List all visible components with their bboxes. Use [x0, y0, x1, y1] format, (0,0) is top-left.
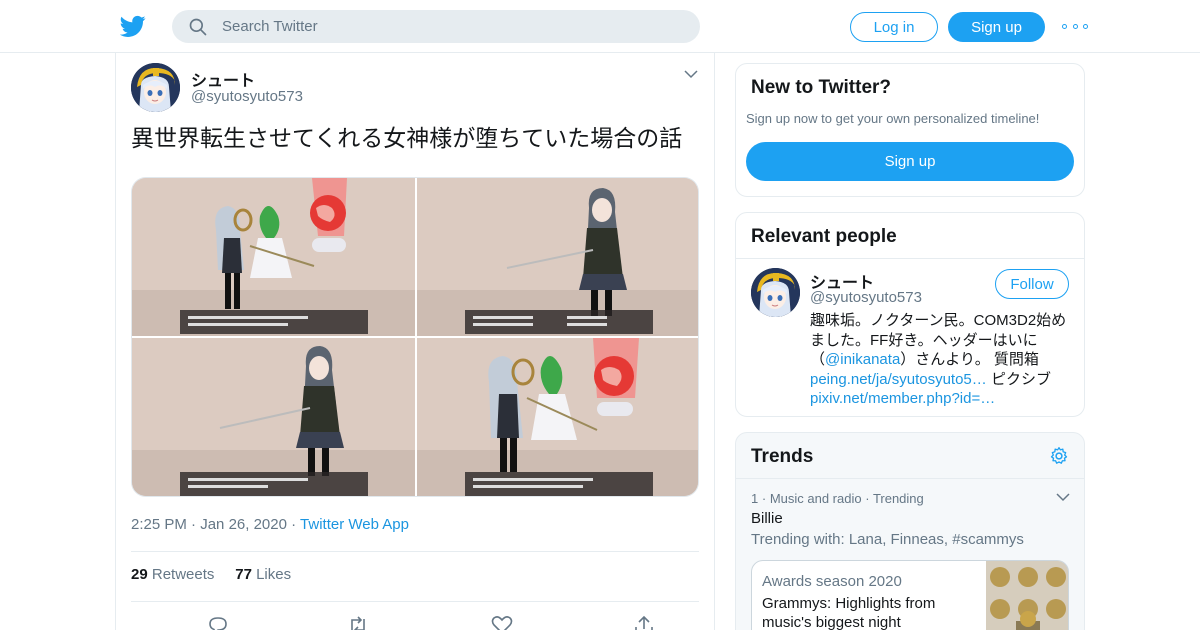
- top-navigation-bar: Log in Sign up: [0, 0, 1200, 53]
- avatar-illustration: [751, 268, 800, 317]
- bio-mention-link[interactable]: @inikanata: [825, 351, 900, 368]
- retweet-icon[interactable]: [347, 615, 369, 630]
- tweet-media-grid: [131, 177, 699, 497]
- separator: ·: [761, 491, 770, 506]
- likes-count: 77: [235, 566, 252, 583]
- reply-icon[interactable]: [207, 615, 229, 630]
- dot: [1072, 23, 1078, 29]
- moment-caption: Awards season 2020: [762, 573, 902, 590]
- bio-text: ）さんより。 質問箱: [900, 351, 1039, 368]
- retweets-stat[interactable]: 29 Retweets: [131, 566, 214, 583]
- tweet-date[interactable]: Jan 26, 2020: [200, 516, 287, 533]
- tweet-image-1[interactable]: [132, 178, 415, 336]
- divider: [131, 601, 699, 602]
- likes-label: Likes: [256, 566, 292, 583]
- trend-context: Trending with: Lana, Finneas, #scammys: [751, 531, 1024, 548]
- tweet-text: 異世界転生させてくれる女神様が堕ちていた場合の話: [131, 125, 683, 151]
- share-icon[interactable]: [633, 615, 655, 630]
- person-handle[interactable]: @syutosyuto573: [810, 289, 922, 306]
- tweet-image-3[interactable]: [132, 338, 415, 496]
- tweet-actions: [131, 615, 699, 630]
- person-bio: 趣味垢。ノクターン民。COM3D2始めました。FF好き。ヘッダーはいに（@ini…: [810, 311, 1075, 409]
- chevron-down-icon[interactable]: [1056, 492, 1070, 502]
- chevron-down-icon[interactable]: [684, 69, 698, 79]
- bio-text: ピクシブ: [986, 370, 1051, 388]
- dot: [1083, 23, 1088, 29]
- game-scene-image: [417, 338, 698, 496]
- search-bar[interactable]: [172, 10, 700, 43]
- divider: [131, 551, 699, 552]
- moment-headline: Grammys: Highlights from music's biggest…: [762, 595, 936, 630]
- tweet-metadata: 2:25 PM · Jan 26, 2020 · Twitter Web App: [131, 516, 409, 533]
- trend-category: Music and radio: [769, 491, 862, 506]
- retweets-count: 29: [131, 566, 148, 583]
- signup-button[interactable]: Sign up: [948, 12, 1045, 42]
- game-scene-image: [132, 338, 415, 496]
- author-handle[interactable]: @syutosyuto573: [191, 88, 303, 105]
- new-to-twitter-card: New to Twitter? Sign up now to get your …: [735, 63, 1085, 197]
- avatar-illustration: [131, 63, 180, 112]
- author-avatar[interactable]: [131, 63, 180, 112]
- trend-moment-card[interactable]: Awards season 2020 Grammys: Highlights f…: [751, 560, 1069, 630]
- grammy-trophy-image: [986, 561, 1068, 630]
- moment-thumbnail: [986, 561, 1068, 630]
- card-subtitle: Sign up now to get your own personalized…: [746, 111, 1040, 126]
- gear-icon[interactable]: [1049, 446, 1069, 466]
- trend-name[interactable]: Billie: [751, 510, 783, 527]
- retweets-label: Retweets: [151, 566, 215, 583]
- person-avatar[interactable]: [751, 268, 800, 317]
- like-heart-icon[interactable]: [491, 615, 513, 630]
- relevant-people-card: Relevant people シュート @syutosyuto573 Foll…: [735, 212, 1085, 417]
- tweet-time[interactable]: 2:25 PM: [131, 516, 187, 533]
- game-scene-image: [417, 178, 698, 336]
- signup-button[interactable]: Sign up: [746, 142, 1074, 181]
- separator: ·: [865, 491, 873, 506]
- divider: [736, 258, 1084, 259]
- separator: ·: [291, 516, 301, 533]
- separator: ·: [191, 516, 201, 533]
- search-input[interactable]: [222, 10, 682, 43]
- card-title: Trends: [751, 446, 814, 467]
- search-icon: [189, 18, 207, 36]
- trend-rank: 1: [751, 491, 759, 506]
- card-title: New to Twitter?: [751, 77, 892, 98]
- divider: [736, 478, 1084, 479]
- tweet-image-4[interactable]: [417, 338, 698, 496]
- game-scene-image: [132, 178, 415, 336]
- twitter-bird-icon[interactable]: [120, 13, 146, 39]
- login-button[interactable]: Log in: [850, 12, 938, 42]
- bio-url-link[interactable]: pixiv.net/member.php?id=…: [810, 390, 995, 407]
- follow-button[interactable]: Follow: [995, 269, 1069, 299]
- bio-url-link[interactable]: peing.net/ja/syutosyuto5…: [810, 371, 987, 388]
- tweet-source-link[interactable]: Twitter Web App: [300, 516, 409, 533]
- more-options-icon[interactable]: [1062, 16, 1088, 36]
- card-title: Relevant people: [751, 226, 897, 247]
- trends-card: Trends 1 · Music and radio · Trending Bi…: [735, 432, 1085, 630]
- tweet-stats: 29 Retweets 77 Likes: [131, 566, 291, 583]
- dot: [1062, 23, 1067, 29]
- tweet-detail: シュート @syutosyuto573 異世界転生させてくれる女神様が堕ちていた…: [115, 53, 715, 630]
- tweet-image-2[interactable]: [417, 178, 698, 336]
- likes-stat[interactable]: 77 Likes: [235, 566, 291, 583]
- trend-status: Trending: [872, 491, 924, 506]
- trend-meta: 1 · Music and radio · Trending: [751, 491, 924, 506]
